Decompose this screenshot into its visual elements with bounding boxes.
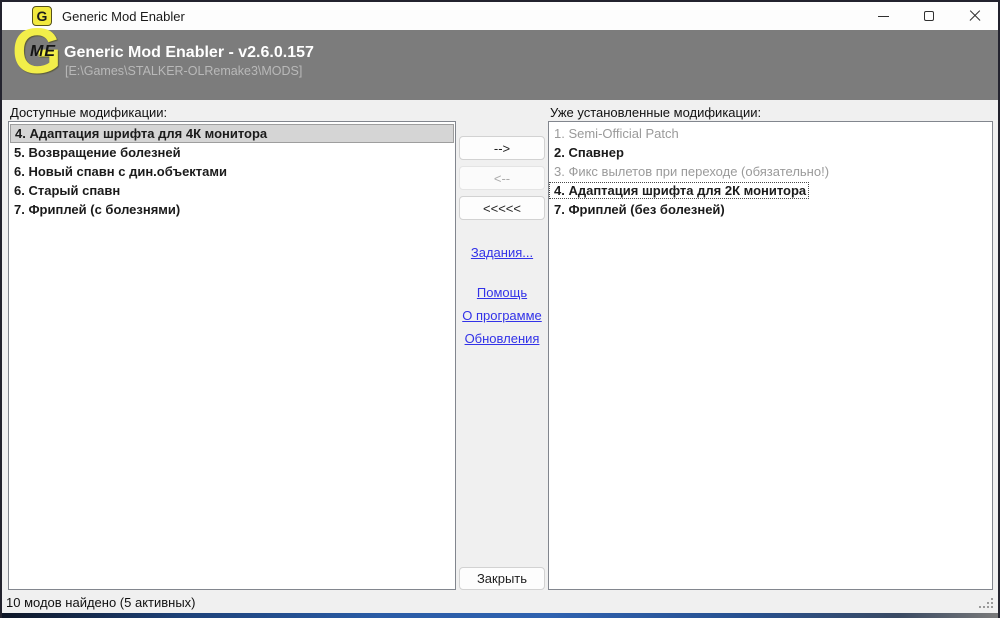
- updates-link[interactable]: Обновления: [459, 331, 545, 346]
- list-item[interactable]: 4. Адаптация шрифта для 2К монитора: [549, 181, 992, 200]
- window-controls: [860, 2, 998, 30]
- window-bottom-edge: [2, 613, 998, 618]
- available-mods-list[interactable]: 4. Адаптация шрифта для 4К монитора 5. Во…: [8, 121, 456, 590]
- list-item[interactable]: 5. Возвращение болезней: [9, 143, 455, 162]
- installed-mods-list[interactable]: 1. Semi-Official Patch 2. Спавнер 3. Фикс …: [548, 121, 993, 590]
- maximize-button[interactable]: [906, 2, 952, 30]
- maximize-icon: [924, 11, 934, 21]
- resize-grip[interactable]: [979, 595, 993, 609]
- status-text: 10 модов найдено (5 активных): [6, 595, 196, 610]
- client-area: Доступные модификации: Уже установленные…: [2, 100, 998, 613]
- installed-mods-label: Уже установленные модификации:: [550, 105, 761, 120]
- list-item-label: 2. Спавнер: [554, 145, 624, 160]
- list-item[interactable]: 6. Новый спавн с дин.объектами: [9, 162, 455, 181]
- list-item-label: 6. Новый спавн с дин.объектами: [14, 164, 227, 179]
- list-item[interactable]: 4. Адаптация шрифта для 4К монитора: [10, 124, 454, 143]
- list-item-label: 6. Старый спавн: [14, 183, 120, 198]
- header-banner: G ME Generic Mod Enabler - v2.6.0.157 [E…: [2, 30, 998, 100]
- list-item[interactable]: 3. Фикс вылетов при переходе (обязательн…: [549, 162, 992, 181]
- app-title: Generic Mod Enabler - v2.6.0.157: [64, 44, 314, 62]
- available-mods-label: Доступные модификации:: [10, 105, 167, 120]
- list-item[interactable]: 7. Фриплей (без болезней): [549, 200, 992, 219]
- list-item-label: 1. Semi-Official Patch: [554, 126, 679, 141]
- disable-all-mods-button[interactable]: <<<<<: [459, 196, 545, 220]
- app-window: G Generic Mod Enabler G ME Generic Mod E…: [0, 0, 1000, 618]
- list-item-label: 5. Возвращение болезней: [14, 145, 181, 160]
- list-item[interactable]: 1. Semi-Official Patch: [549, 124, 992, 143]
- help-link[interactable]: Помощь: [459, 285, 545, 300]
- enable-mod-button[interactable]: -->: [459, 136, 545, 160]
- disable-mod-button[interactable]: <--: [459, 166, 545, 190]
- logo-badge-me: ME: [30, 43, 56, 61]
- mods-path: [E:\Games\STALKER-OLRemake3\MODS]: [65, 64, 302, 78]
- close-button[interactable]: [952, 2, 998, 30]
- titlebar[interactable]: G Generic Mod Enabler: [2, 2, 998, 30]
- about-link[interactable]: О программе: [459, 308, 545, 323]
- window-title: Generic Mod Enabler: [62, 9, 185, 24]
- list-item-label: 4. Адаптация шрифта для 4К монитора: [15, 126, 267, 141]
- list-item-label: 3. Фикс вылетов при переходе (обязательн…: [554, 164, 829, 179]
- status-bar: 10 модов найдено (5 активных): [2, 591, 998, 613]
- list-item[interactable]: 6. Старый спавн: [9, 181, 455, 200]
- list-item-label: 4. Адаптация шрифта для 2К монитора: [549, 182, 809, 199]
- close-dialog-button[interactable]: Закрыть: [459, 567, 545, 590]
- list-item[interactable]: 2. Спавнер: [549, 143, 992, 162]
- minimize-icon: [878, 16, 889, 17]
- gme-logo: G ME: [12, 16, 72, 86]
- list-item-label: 7. Фриплей (с болезнями): [14, 202, 180, 217]
- list-item-label: 7. Фриплей (без болезней): [554, 202, 725, 217]
- tasks-link[interactable]: Задания...: [459, 245, 545, 260]
- minimize-button[interactable]: [860, 2, 906, 30]
- list-item[interactable]: 7. Фриплей (с болезнями): [9, 200, 455, 219]
